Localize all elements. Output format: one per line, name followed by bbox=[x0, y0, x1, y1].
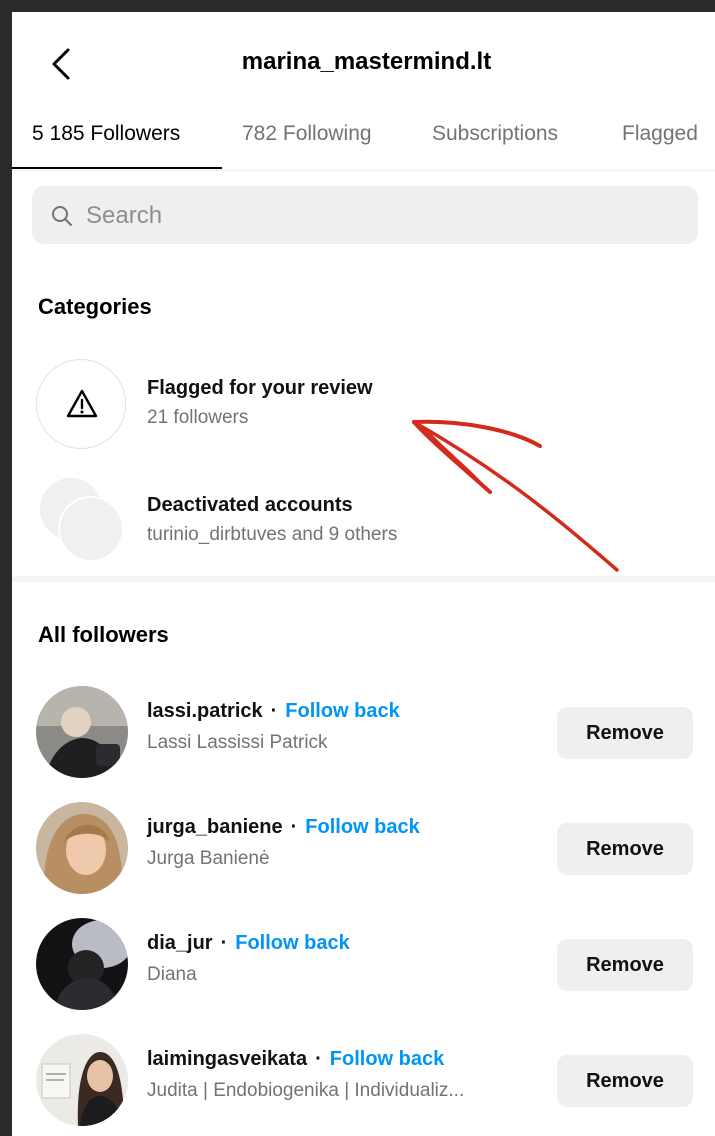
category-subtitle: 21 followers bbox=[147, 407, 249, 428]
active-tab-indicator bbox=[12, 167, 222, 169]
separator-dot: · bbox=[220, 932, 228, 954]
follower-username[interactable]: lassi.patrick bbox=[147, 700, 263, 722]
follower-username-line: dia_jur · Follow back bbox=[147, 932, 350, 955]
follower-row[interactable]: lassi.patrick · Follow back Lassi Lassissi… bbox=[12, 682, 715, 782]
follower-full-name: Jurga Banienė bbox=[147, 848, 270, 869]
follower-full-name: Judita | Endobiogenika | Individualiz... bbox=[147, 1080, 465, 1101]
category-title: Flagged for your review bbox=[147, 377, 373, 399]
search-icon bbox=[52, 206, 72, 226]
warning-icon-circle bbox=[36, 359, 126, 449]
separator-dot: · bbox=[290, 816, 298, 838]
header: marina_mastermind.lt bbox=[12, 12, 715, 116]
separator-dot: · bbox=[270, 700, 278, 722]
category-subtitle: turinio_dirbtuves and 9 others bbox=[147, 524, 398, 545]
app-screen: marina_mastermind.lt 5 185 Followers 782… bbox=[12, 12, 715, 1136]
follow-back-link[interactable]: Follow back bbox=[235, 932, 349, 954]
follower-full-name: Diana bbox=[147, 964, 197, 985]
follower-row[interactable]: dia_jur · Follow back Diana Remove bbox=[12, 914, 715, 1014]
search-input[interactable] bbox=[84, 196, 668, 236]
tab-flagged[interactable]: Flagged bbox=[622, 122, 698, 146]
stacked-avatars-icon bbox=[36, 474, 136, 570]
follower-username-line: jurga_baniene · Follow back bbox=[147, 816, 420, 839]
avatar[interactable] bbox=[36, 1034, 128, 1126]
follow-back-link[interactable]: Follow back bbox=[305, 816, 419, 838]
page-title: marina_mastermind.lt bbox=[241, 48, 492, 75]
avatar[interactable] bbox=[36, 918, 128, 1010]
follower-username[interactable]: dia_jur bbox=[147, 932, 213, 954]
tab-subscriptions[interactable]: Subscriptions bbox=[432, 122, 558, 146]
remove-button[interactable]: Remove bbox=[557, 939, 693, 991]
follower-full-name: Lassi Lassissi Patrick bbox=[147, 732, 328, 753]
section-divider bbox=[12, 576, 715, 582]
follower-username-line: lassi.patrick · Follow back bbox=[147, 700, 400, 723]
tab-followers[interactable]: 5 185 Followers bbox=[32, 122, 180, 146]
search-bar[interactable] bbox=[32, 186, 698, 244]
follow-back-link[interactable]: Follow back bbox=[285, 700, 399, 722]
avatar[interactable] bbox=[36, 802, 128, 894]
all-followers-heading: All followers bbox=[38, 622, 169, 647]
separator-dot: · bbox=[315, 1048, 322, 1070]
follower-row[interactable]: jurga_baniene · Follow back Jurga Banienė … bbox=[12, 798, 715, 898]
remove-button[interactable]: Remove bbox=[557, 823, 693, 875]
category-title: Deactivated accounts bbox=[147, 494, 353, 516]
category-deactivated[interactable]: Deactivated accounts turinio_dirbtuves a… bbox=[12, 474, 715, 570]
remove-button[interactable]: Remove bbox=[557, 707, 693, 759]
remove-button[interactable]: Remove bbox=[557, 1055, 693, 1107]
follower-row[interactable]: laimingasveikata · Follow back Judita | En… bbox=[12, 1030, 715, 1130]
categories-heading: Categories bbox=[38, 294, 152, 319]
avatar[interactable] bbox=[36, 686, 128, 778]
follower-username-line: laimingasveikata · Follow back bbox=[147, 1048, 444, 1071]
tab-bar: 5 185 Followers 782 Following Subscripti… bbox=[12, 112, 715, 171]
avatar-placeholder bbox=[58, 496, 124, 562]
tab-following[interactable]: 782 Following bbox=[242, 122, 372, 146]
follow-back-link[interactable]: Follow back bbox=[330, 1048, 444, 1070]
category-flagged[interactable]: Flagged for your review 21 followers bbox=[12, 359, 715, 455]
follower-username[interactable]: jurga_baniene bbox=[147, 816, 283, 838]
warning-icon bbox=[66, 389, 98, 418]
follower-username[interactable]: laimingasveikata bbox=[147, 1048, 307, 1070]
